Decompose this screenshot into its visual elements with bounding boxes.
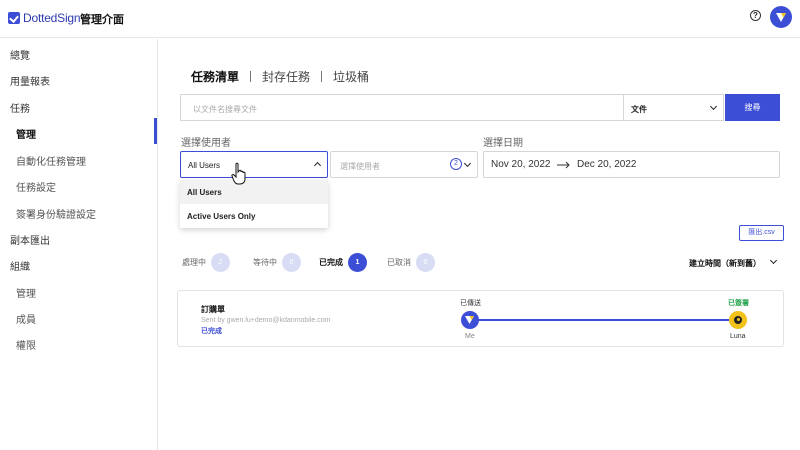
sidebar-section-tasks[interactable]: 任務 [10,100,30,115]
dropdown-option-all-users[interactable]: All Users [180,180,328,204]
selected-users-count: 2 [450,158,462,170]
avatar-logo-icon [776,13,786,22]
tab-task-list[interactable]: 任務清單 [191,68,239,85]
step-signer-name: Luna [730,333,746,340]
search-input[interactable]: 以文件名搜尋文件 [180,94,623,121]
chevron-down-icon [769,256,778,265]
status-label: 已完成 [319,258,343,267]
status-filter-processing[interactable]: 處理中 2 [182,253,230,272]
status-filter-completed[interactable]: 已完成 1 [319,253,367,272]
page-title: 管理介面 [80,14,124,26]
search-type-value: 文件 [631,105,647,114]
chevron-down-icon [709,102,718,111]
search-type-select[interactable]: 文件 [623,94,724,121]
export-csv-button[interactable]: 匯出.csv [739,225,784,241]
sort-label: 建立時間（新到舊） [689,259,761,268]
progress-line [472,319,738,321]
user-picker-input[interactable]: 選擇使用者 2 [330,151,478,178]
sender-avatar-icon [465,316,474,324]
sidebar-item-usage-report[interactable]: 用量報表 [10,73,50,88]
status-label: 已取消 [387,258,411,267]
tab-archived[interactable]: 封存任務 [262,68,310,85]
sender-avatar [461,311,479,329]
status-count-badge: 0 [282,253,301,272]
arrow-right-icon [557,161,570,169]
sidebar-item-signer-auth[interactable]: 簽署身份驗證設定 [16,206,96,221]
search-button[interactable]: 搜尋 [725,94,780,121]
sidebar-section-organization[interactable]: 組織 [10,258,30,273]
logo[interactable]: DottedSign [8,11,81,25]
chevron-up-icon [313,161,322,170]
status-count-badge: 1 [348,253,367,272]
date-to[interactable]: Dec 20, 2022 [577,159,637,170]
sidebar-item-automation[interactable]: 自動化任務管理 [16,153,86,168]
hand-cursor-icon [231,162,246,185]
sidebar-item-permissions[interactable]: 權限 [16,337,36,352]
user-scope-value: All Users [188,161,221,170]
sidebar-item-copy-export[interactable]: 副本匯出 [10,232,50,247]
tab-divider [321,71,323,82]
sidebar-item-overview[interactable]: 總覽 [10,47,30,62]
step-sender-name: Me [465,333,475,340]
logo-text: DottedSign [23,11,81,25]
status-count-badge: 0 [416,253,435,272]
help-icon[interactable]: ? [750,10,761,21]
date-range-picker[interactable]: Nov 20, 2022 Dec 20, 2022 [483,151,780,178]
top-bar: DottedSign 管理介面 ? [0,0,800,38]
date-from[interactable]: Nov 20, 2022 [491,159,551,170]
task-card[interactable]: 訂購單 Sent by gwen.lu+demo@kdanmobile.com … [177,290,784,347]
user-scope-select[interactable]: All Users [180,151,328,178]
logo-mark-icon [8,12,20,24]
tab-divider [250,71,252,82]
sidebar-item-task-settings[interactable]: 任務設定 [16,179,56,194]
status-count-badge: 2 [211,253,230,272]
dropdown-option-active-users[interactable]: Active Users Only [180,204,328,228]
chevron-down-icon [463,159,472,168]
tab-trash[interactable]: 垃圾桶 [333,68,369,85]
sidebar: 總覽 用量報表 任務 管理 自動化任務管理 任務設定 簽署身份驗證設定 副本匯出… [0,39,158,450]
task-sender: Sent by gwen.lu+demo@kdanmobile.com [201,317,331,324]
date-filter-label: 選擇日期 [483,138,523,149]
step-signed-status: 已簽署 [728,300,749,307]
step-sent-status: 已傳送 [460,300,481,307]
task-status: 已完成 [201,328,222,335]
user-filter-label: 選擇使用者 [181,138,231,149]
signer-avatar [729,311,747,329]
status-label: 等待中 [253,258,277,267]
task-title: 訂購單 [201,305,225,314]
user-picker-placeholder: 選擇使用者 [340,162,380,171]
avatar[interactable] [770,6,792,28]
tab-bar: 任務清單 封存任務 垃圾桶 [191,68,369,85]
status-label: 處理中 [182,258,206,267]
sort-select[interactable]: 建立時間（新到舊） [689,256,778,269]
sidebar-active-indicator [154,118,157,144]
status-filter-cancelled[interactable]: 已取消 0 [387,253,435,272]
sidebar-item-org-manage[interactable]: 管理 [16,285,36,300]
sidebar-item-task-manage[interactable]: 管理 [16,126,36,141]
sidebar-item-members[interactable]: 成員 [16,311,36,326]
status-filter-waiting[interactable]: 等待中 0 [253,253,301,272]
user-scope-dropdown: All Users Active Users Only [180,180,328,228]
